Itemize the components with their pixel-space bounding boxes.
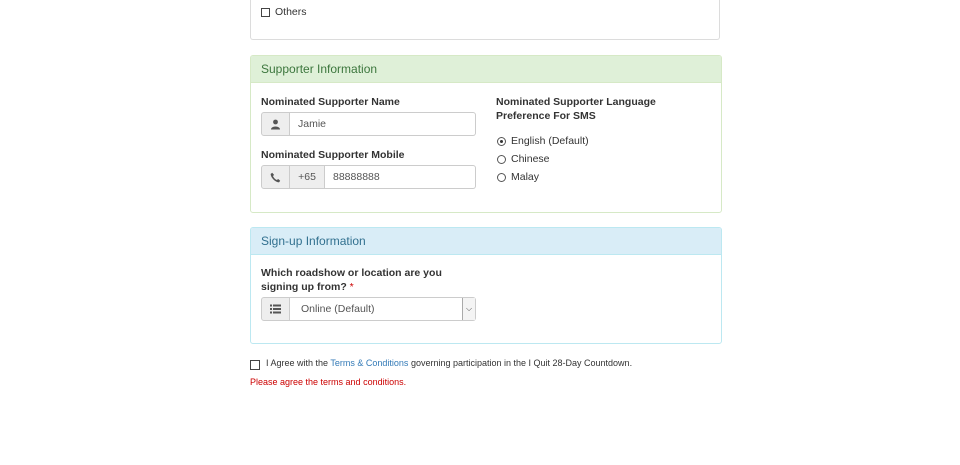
- supporter-mobile-group: +65 88888888: [261, 165, 476, 189]
- agree-terms-checkbox[interactable]: [250, 360, 260, 370]
- language-preference-label: Nominated Supporter Language Preference …: [496, 95, 656, 123]
- supporter-mobile-input[interactable]: 88888888: [325, 165, 476, 189]
- signup-panel-heading: Sign-up Information: [251, 228, 721, 255]
- radio-english[interactable]: [497, 136, 506, 146]
- supporter-name-label: Nominated Supporter Name: [261, 96, 400, 108]
- others-label: Others: [275, 6, 307, 18]
- language-option-english[interactable]: English (Default): [497, 135, 589, 147]
- language-option-label: English (Default): [511, 135, 589, 147]
- location-question-line1: Which roadshow or location are you: [261, 267, 442, 279]
- agree-text-before: I Agree with the: [266, 358, 329, 368]
- location-selected-value: Online (Default): [301, 303, 375, 315]
- language-label-line2: Preference For SMS: [496, 110, 596, 122]
- location-select-group: Online (Default) ⌵: [261, 297, 476, 321]
- supporter-mobile-label: Nominated Supporter Mobile: [261, 149, 405, 161]
- phone-icon: [261, 165, 290, 189]
- required-asterisk: *: [349, 281, 354, 293]
- agree-text-after: governing participation in the I Quit 28…: [410, 358, 633, 368]
- language-option-label: Malay: [511, 171, 540, 183]
- location-question-line2: signing up from?: [261, 281, 347, 293]
- user-icon: [261, 112, 290, 136]
- radio-chinese[interactable]: [497, 154, 506, 164]
- supporter-panel-heading: Supporter Information: [251, 56, 721, 83]
- terms-conditions-link[interactable]: Terms & Conditions: [330, 358, 408, 368]
- language-option-malay[interactable]: Malay: [497, 171, 539, 183]
- supporter-name-group: Jamie: [261, 112, 476, 136]
- chevron-down-icon[interactable]: ⌵: [462, 298, 475, 320]
- country-code-addon: +65: [290, 165, 325, 189]
- language-label-line1: Nominated Supporter Language: [496, 96, 656, 108]
- radio-malay[interactable]: [497, 172, 506, 182]
- language-option-chinese[interactable]: Chinese: [497, 153, 550, 165]
- location-select[interactable]: Online (Default) ⌵: [290, 297, 476, 321]
- supporter-name-input[interactable]: Jamie: [290, 112, 476, 136]
- location-question-label: Which roadshow or location are you signi…: [261, 266, 442, 294]
- previous-panel: [250, 0, 720, 40]
- list-icon: [261, 297, 290, 321]
- terms-error-message: Please agree the terms and conditions.: [250, 377, 407, 387]
- language-option-label: Chinese: [511, 153, 550, 165]
- agree-terms-text: I Agree with the Terms & Conditions gove…: [266, 358, 632, 368]
- others-checkbox[interactable]: [261, 8, 270, 17]
